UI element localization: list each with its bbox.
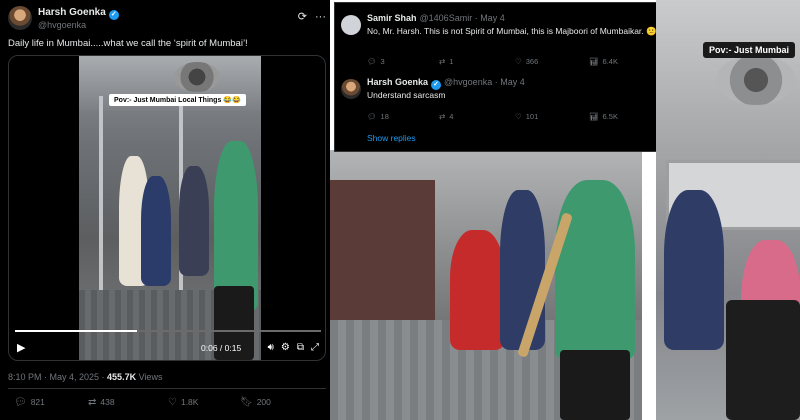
reply-meta: @1406Samir · May 4 — [419, 13, 505, 23]
replies-thread: ⟳ Samir Shah@1406Samir · May 4 No, Mr. H… — [334, 2, 656, 152]
fullscreen-icon[interactable]: ⤢ — [311, 342, 319, 353]
stat-count: 6.4K — [602, 57, 618, 66]
stat-count: 101 — [525, 112, 539, 121]
reply-views-button[interactable]: 📊︎ 6.4K — [589, 57, 618, 66]
stat-count: 6.5K — [602, 112, 618, 121]
video-caption: Pov:- Just Mumbai — [703, 42, 796, 58]
right-panel-image: Pov:- Just Mumbai — [656, 0, 800, 420]
video-caption: Pov:- Just Mumbai Local Things 😂😂 — [109, 94, 246, 106]
heart-icon: ♡ — [168, 397, 177, 408]
reply-icon: 💬︎ — [367, 57, 377, 66]
author-avatar[interactable] — [8, 6, 32, 30]
video-time: 0:06 / 0:15 — [201, 343, 242, 353]
views-count: 455.7K — [107, 372, 137, 382]
reply-repost-button[interactable]: ⇄ 1 — [439, 57, 453, 66]
bookmark-icon: 🔖︎ — [240, 397, 253, 408]
reply-avatar[interactable] — [341, 15, 361, 35]
reply-text: No, Mr. Harsh. This is not Spirit of Mum… — [367, 26, 656, 36]
reply-author-name[interactable]: Harsh Goenka — [367, 77, 428, 87]
author-handle[interactable]: @hvgoenka — [38, 20, 86, 30]
reply-repost-button[interactable]: ⇄ 4 — [439, 112, 453, 121]
reply-views-button[interactable]: 📊︎ 6.5K — [589, 112, 618, 121]
reply-author-name[interactable]: Samir Shah — [367, 13, 417, 23]
reply-text: Understand sarcasm — [367, 90, 446, 100]
stat-count: 4 — [449, 112, 454, 121]
video-progress-bar[interactable] — [15, 330, 321, 332]
stat-count: 1 — [449, 57, 454, 66]
volume-icon[interactable]: 🔊︎ — [268, 342, 274, 353]
reply-author[interactable]: Harsh Goenka ✓ @hvgoenka · May 4 — [367, 77, 525, 90]
grok-icon[interactable]: ⟳ — [298, 11, 307, 23]
bookmark-count: 200 — [256, 397, 271, 407]
bookmark-button[interactable]: 🔖︎ 200 — [240, 397, 271, 408]
repost-icon: ⇄ — [88, 397, 97, 408]
reply-meta: @hvgoenka · May 4 — [444, 77, 525, 87]
passenger-figure — [141, 176, 171, 286]
show-replies-link[interactable]: Show replies — [367, 133, 416, 143]
reply-icon: 💬︎ — [14, 397, 27, 408]
reply-like-button[interactable]: ♡ 366 — [515, 57, 538, 66]
reply-comment-button[interactable]: 💬︎ 18 — [367, 112, 389, 121]
ceiling-fan-image — [716, 55, 796, 105]
video-progress-fill — [15, 330, 138, 332]
passenger-figure — [179, 166, 209, 276]
reply-button[interactable]: 💬︎ 821 — [14, 397, 45, 408]
tweet-timestamp[interactable]: 8:10 PM · May 4, 2025 · — [8, 372, 107, 382]
settings-icon[interactable]: ⚙ — [281, 342, 290, 353]
views-icon: 📊︎ — [589, 112, 599, 121]
reply-like-button[interactable]: ♡ 101 — [515, 112, 538, 121]
passenger-figure — [500, 190, 545, 350]
reply-comment-button[interactable]: 💬︎ 3 — [367, 57, 385, 66]
passenger-figure — [726, 300, 800, 420]
reply-icon: 💬︎ — [367, 112, 377, 121]
verified-badge-icon: ✓ — [108, 10, 119, 20]
play-icon[interactable]: ▶ — [17, 341, 25, 354]
video-player[interactable]: Pov:- Just Mumbai Local Things 😂😂 ▶ 0:06… — [8, 55, 326, 361]
author-name[interactable]: Harsh Goenka ✓ — [38, 7, 119, 20]
header-icons: ⟳ ··· — [290, 10, 326, 23]
verified-badge-icon: ✓ — [431, 80, 442, 90]
tweet-text: Daily life in Mumbai.....what we call th… — [8, 38, 248, 49]
reply-stats: 💬︎ 3 ⇄ 1 ♡ 366 📊︎ 6.4K — [367, 57, 656, 69]
picture-in-picture-icon[interactable]: ⧉ — [297, 342, 304, 353]
like-button[interactable]: ♡ 1.8K — [168, 397, 198, 408]
like-count: 1.8K — [180, 397, 199, 407]
repost-icon: ⇄ — [439, 112, 446, 121]
reply-stats: 💬︎ 18 ⇄ 4 ♡ 101 📊︎ 6.5K — [367, 112, 656, 124]
author-name-text[interactable]: Harsh Goenka — [38, 7, 106, 18]
passenger-figure — [555, 180, 635, 360]
video-frame: Pov:- Just Mumbai Local Things 😂😂 — [79, 56, 261, 360]
tweet-card: Harsh Goenka ✓ @hvgoenka ⟳ ··· Daily life … — [0, 0, 330, 420]
video-control-icons: 🔊︎ ⚙ ⧉ ⤢ — [261, 342, 319, 353]
reply-count: 821 — [30, 397, 45, 407]
ceiling-fan-image — [174, 62, 220, 92]
middle-panel: ⟳ Samir Shah@1406Samir · May 4 No, Mr. H… — [330, 0, 656, 420]
passenger-figure — [560, 350, 630, 420]
reply-avatar[interactable] — [341, 79, 361, 99]
train-scene-image — [330, 150, 642, 420]
repost-button[interactable]: ⇄ 438 — [88, 397, 115, 408]
divider — [8, 388, 326, 389]
reply-author[interactable]: Samir Shah @1406Samir · May 4 — [367, 13, 505, 23]
heart-icon: ♡ — [515, 112, 522, 121]
repost-icon: ⇄ — [439, 57, 446, 66]
tweet-header: Harsh Goenka ✓ @hvgoenka ⟳ ··· — [8, 4, 326, 34]
tweet-actions: 💬︎ 821 ⇄ 438 ♡ 1.8K 🔖︎ 200 — [8, 397, 326, 411]
video-controls: ▶ 0:06 / 0:15 🔊︎ ⚙ ⧉ ⤢ — [9, 340, 325, 358]
views-icon: 📊︎ — [589, 57, 599, 66]
tweet-meta: 8:10 PM · May 4, 2025 · 455.7K Views — [8, 372, 162, 382]
views-label: Views — [138, 372, 163, 382]
more-options-icon[interactable]: ··· — [315, 11, 326, 23]
stat-count: 18 — [380, 112, 389, 121]
passenger-figure — [664, 190, 724, 350]
heart-icon: ♡ — [515, 57, 522, 66]
stat-count: 3 — [380, 57, 385, 66]
passenger-figure — [450, 230, 505, 350]
repost-count: 438 — [100, 397, 115, 407]
stat-count: 366 — [525, 57, 539, 66]
